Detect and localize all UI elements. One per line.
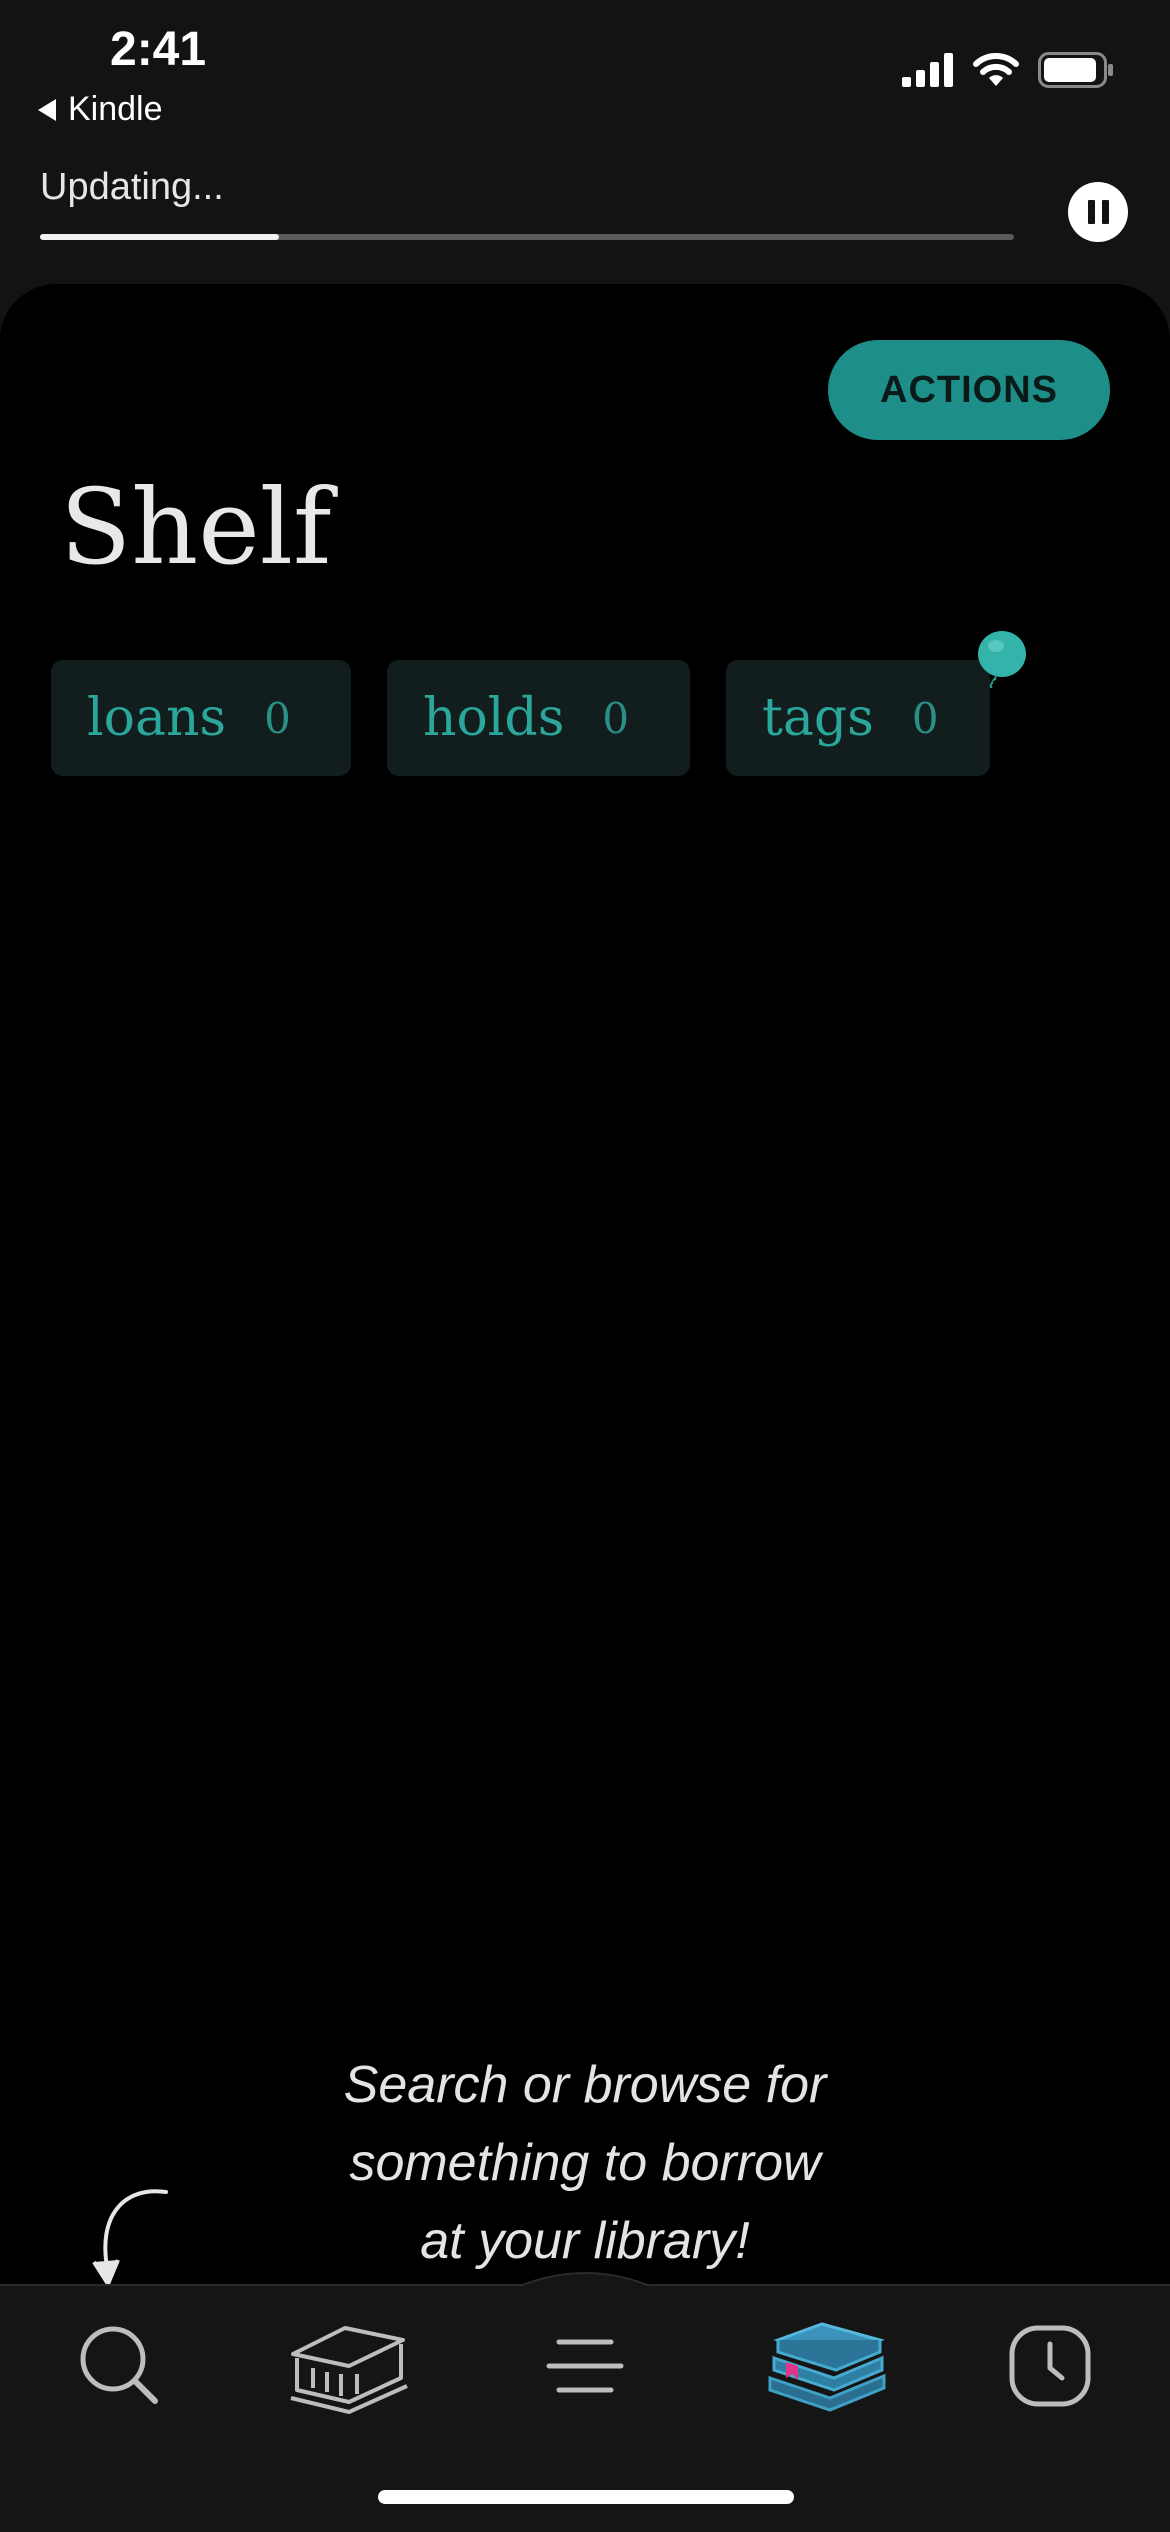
tags-chip[interactable]: tags 0 bbox=[726, 660, 990, 776]
pause-icon-bar bbox=[1101, 200, 1109, 224]
back-to-kindle-link[interactable]: Kindle bbox=[38, 90, 163, 129]
back-link-label: Kindle bbox=[68, 90, 163, 128]
battery-icon bbox=[1038, 52, 1113, 88]
tags-count: 0 bbox=[911, 693, 939, 743]
tab-library[interactable] bbox=[278, 2316, 418, 2416]
updating-label: Updating... bbox=[40, 166, 224, 208]
loans-chip[interactable]: loans 0 bbox=[51, 660, 351, 776]
holds-count: 0 bbox=[602, 693, 630, 743]
empty-state-message: Search or browse for something to borrow… bbox=[185, 2046, 985, 2280]
actions-button[interactable]: ACTIONS bbox=[828, 340, 1110, 440]
tab-menu[interactable] bbox=[515, 2316, 655, 2416]
status-icons bbox=[902, 52, 1114, 88]
library-icon bbox=[290, 2326, 408, 2414]
holds-chip[interactable]: holds 0 bbox=[387, 660, 690, 776]
loans-count: 0 bbox=[264, 693, 291, 743]
status-time: 2:41 bbox=[110, 23, 207, 76]
update-progress-fill bbox=[40, 234, 279, 240]
loans-label: loans bbox=[87, 688, 227, 748]
update-progress-bar bbox=[40, 234, 1014, 240]
cellular-signal-icon bbox=[902, 53, 953, 87]
home-indicator[interactable] bbox=[378, 2490, 794, 2504]
curved-arrow-icon bbox=[92, 2189, 168, 2284]
tab-search[interactable] bbox=[50, 2316, 190, 2416]
app-root: 2:41 Kindle Updating... ACTIONS Shelf lo… bbox=[0, 0, 1170, 2532]
tab-activity[interactable] bbox=[980, 2316, 1120, 2416]
menu-icon bbox=[546, 2339, 624, 2393]
tags-label: tags bbox=[762, 688, 874, 748]
balloon-icon bbox=[978, 631, 1026, 688]
holds-label: holds bbox=[423, 688, 565, 748]
pause-button[interactable] bbox=[1068, 182, 1128, 242]
shelf-books-icon bbox=[768, 2322, 886, 2412]
tab-bar-notch bbox=[520, 2272, 650, 2287]
tab-shelf[interactable] bbox=[755, 2316, 895, 2416]
clock-icon bbox=[1009, 2325, 1091, 2407]
empty-state-line-2: something to borrow bbox=[349, 2134, 821, 2192]
pause-icon bbox=[1087, 200, 1095, 224]
wifi-icon bbox=[973, 53, 1019, 86]
empty-state-line-1: Search or browse for bbox=[343, 2056, 827, 2114]
search-icon bbox=[80, 2326, 158, 2404]
page-title: Shelf bbox=[60, 466, 332, 588]
back-arrow-icon bbox=[38, 98, 56, 121]
